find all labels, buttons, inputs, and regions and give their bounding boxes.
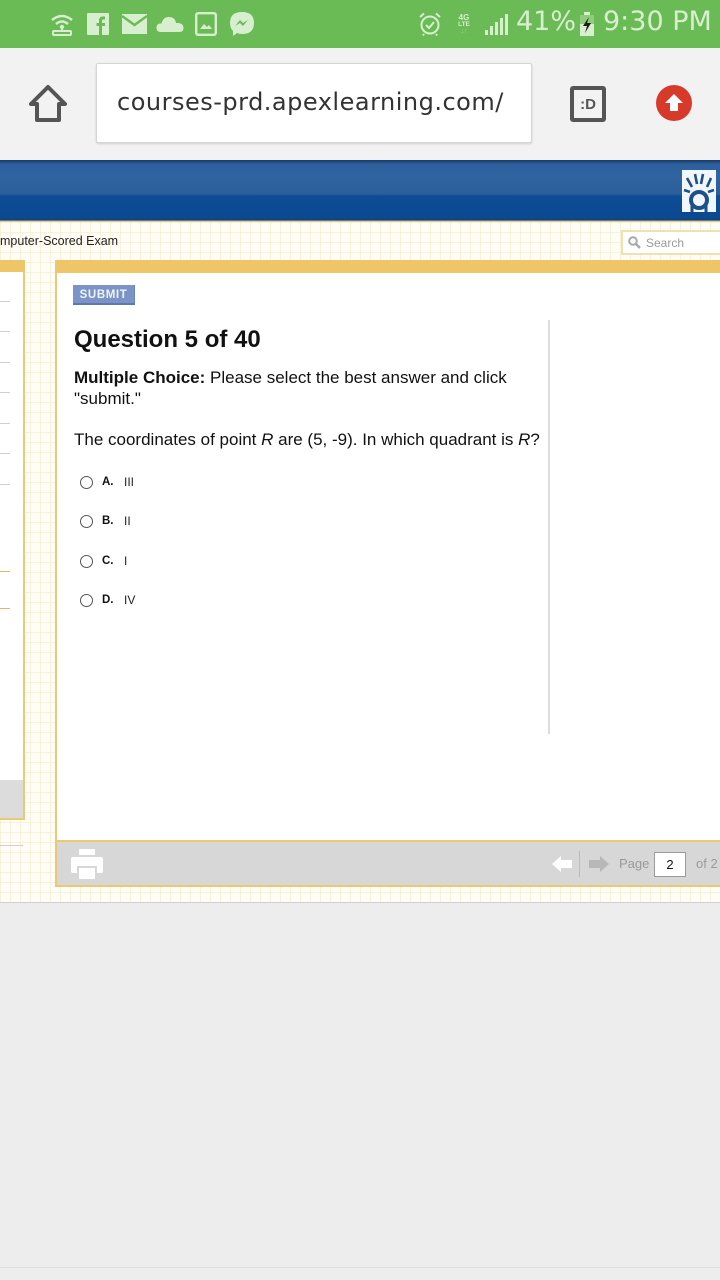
- 4g-lte-icon: 4G LTE ↓↑: [458, 12, 470, 35]
- answer-choice-d[interactable]: D. IV: [80, 591, 135, 609]
- battery-charging-icon: [579, 12, 595, 36]
- nav-divider: [0, 571, 10, 572]
- nav-divider: [0, 362, 10, 363]
- status-time: 9:30 PM: [603, 6, 712, 37]
- question-prompt: The coordinates of point R are (5, -9). …: [74, 430, 540, 449]
- status-bar: 4G LTE ↓↑ 41% 9:30 PM: [0, 0, 720, 48]
- search-placeholder: Search: [646, 236, 685, 250]
- email-icon: [121, 12, 147, 36]
- submit-button[interactable]: SUBMIT: [73, 285, 135, 305]
- question-title: Question 5 of 40: [74, 326, 261, 353]
- facebook-icon: [87, 12, 109, 36]
- radio-button[interactable]: [80, 554, 93, 568]
- radio-button[interactable]: [80, 514, 93, 528]
- question-instructions: Multiple Choice: Please select the best …: [74, 368, 507, 408]
- alarm-icon: [417, 12, 443, 36]
- print-icon[interactable]: [71, 849, 103, 879]
- nav-divider: [0, 608, 10, 609]
- browser-toolbar: courses-prd.apexlearning.com/ :D: [0, 48, 720, 160]
- page-number-input[interactable]: 2: [654, 852, 686, 877]
- content-divider: [548, 320, 550, 734]
- url-text[interactable]: courses-prd.apexlearning.com/: [117, 88, 504, 116]
- previous-page-icon[interactable]: [552, 856, 572, 877]
- nav-divider: [0, 484, 10, 485]
- nav-divider: [0, 331, 10, 332]
- search-input[interactable]: Search: [621, 230, 720, 255]
- nav-divider: [0, 453, 10, 454]
- left-nav-panel: [0, 260, 25, 820]
- wifi-hotspot-icon: [48, 12, 76, 36]
- cloud-icon: [155, 12, 185, 36]
- url-bar[interactable]: courses-prd.apexlearning.com/: [96, 63, 532, 143]
- radio-button[interactable]: [80, 475, 93, 489]
- nav-divider: [0, 301, 10, 302]
- messenger-icon: [228, 12, 256, 36]
- signal-icon: [483, 12, 509, 36]
- home-icon[interactable]: [28, 84, 68, 124]
- search-icon: [628, 236, 641, 254]
- upload-arrow-icon[interactable]: [656, 85, 692, 121]
- page-label: Page: [619, 856, 650, 871]
- page-total: of 2: [696, 856, 718, 871]
- battery-percent: 41%: [516, 6, 577, 37]
- answer-choice-a[interactable]: A. III: [80, 473, 134, 491]
- tabs-button-label: :D: [580, 95, 596, 113]
- apex-logo-icon[interactable]: [682, 170, 716, 212]
- answer-choice-b[interactable]: B. II: [80, 512, 131, 530]
- nav-divider: [0, 392, 10, 393]
- radio-button[interactable]: [80, 593, 93, 607]
- gallery-icon: [194, 12, 218, 36]
- nav-divider: [0, 423, 10, 424]
- nav-footer: [0, 780, 23, 818]
- tabs-button[interactable]: :D: [570, 86, 606, 122]
- next-page-icon[interactable]: [589, 856, 609, 877]
- site-header: [0, 160, 720, 222]
- page-footer-bar: Page 2 of 2: [57, 840, 720, 885]
- answer-choice-c[interactable]: C. I: [80, 552, 127, 570]
- breadcrumb[interactable]: mputer-Scored Exam: [0, 234, 118, 248]
- question-panel: SUBMIT Question 5 of 40 Multiple Choice:…: [55, 260, 720, 887]
